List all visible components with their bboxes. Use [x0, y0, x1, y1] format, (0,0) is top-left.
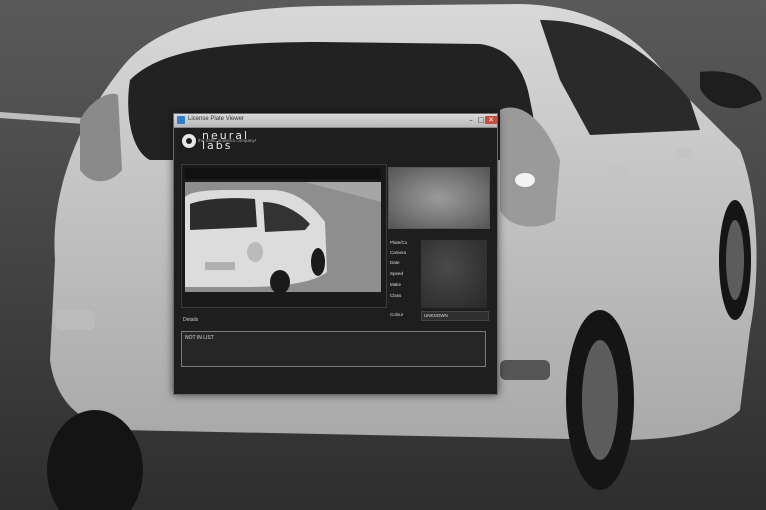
- details-label: Details: [183, 317, 199, 323]
- app-icon: [177, 116, 185, 124]
- field-label-speed: Speed: [390, 271, 404, 276]
- details-textbox[interactable]: NOT IN LIST: [181, 331, 486, 367]
- field-label-class: Class: [390, 293, 402, 298]
- capture-image: [185, 182, 381, 292]
- maximize-button[interactable]: □: [477, 116, 485, 124]
- minimize-button[interactable]: –: [467, 116, 475, 124]
- neural-labs-logo: neural labs: [182, 130, 292, 162]
- logo-tagline: the traffic analytics company!: [198, 138, 256, 143]
- title-bar[interactable]: License Plate Viewer – □ ✕: [174, 114, 497, 128]
- plate-crop-image: [388, 167, 490, 229]
- window-title: License Plate Viewer: [188, 116, 244, 122]
- close-button[interactable]: ✕: [485, 116, 497, 124]
- capture-panel: [181, 164, 387, 308]
- redacted-values: [421, 240, 487, 308]
- vehicle-info-panel: Plate/Co Camera Date Speed Make Class Co…: [388, 237, 490, 322]
- field-label-colour: Colour: [390, 312, 404, 317]
- field-label-make: Make: [390, 282, 402, 287]
- capture-header-strip: [185, 168, 381, 179]
- field-label-camera: Camera: [390, 250, 407, 255]
- app-window: License Plate Viewer – □ ✕ neural labs t…: [173, 113, 498, 395]
- field-label-plate: Plate/Co: [390, 240, 408, 245]
- logo-mark-icon: [182, 134, 196, 148]
- colour-value-field: UNKNOWN: [421, 311, 489, 321]
- field-label-date: Date: [390, 260, 400, 265]
